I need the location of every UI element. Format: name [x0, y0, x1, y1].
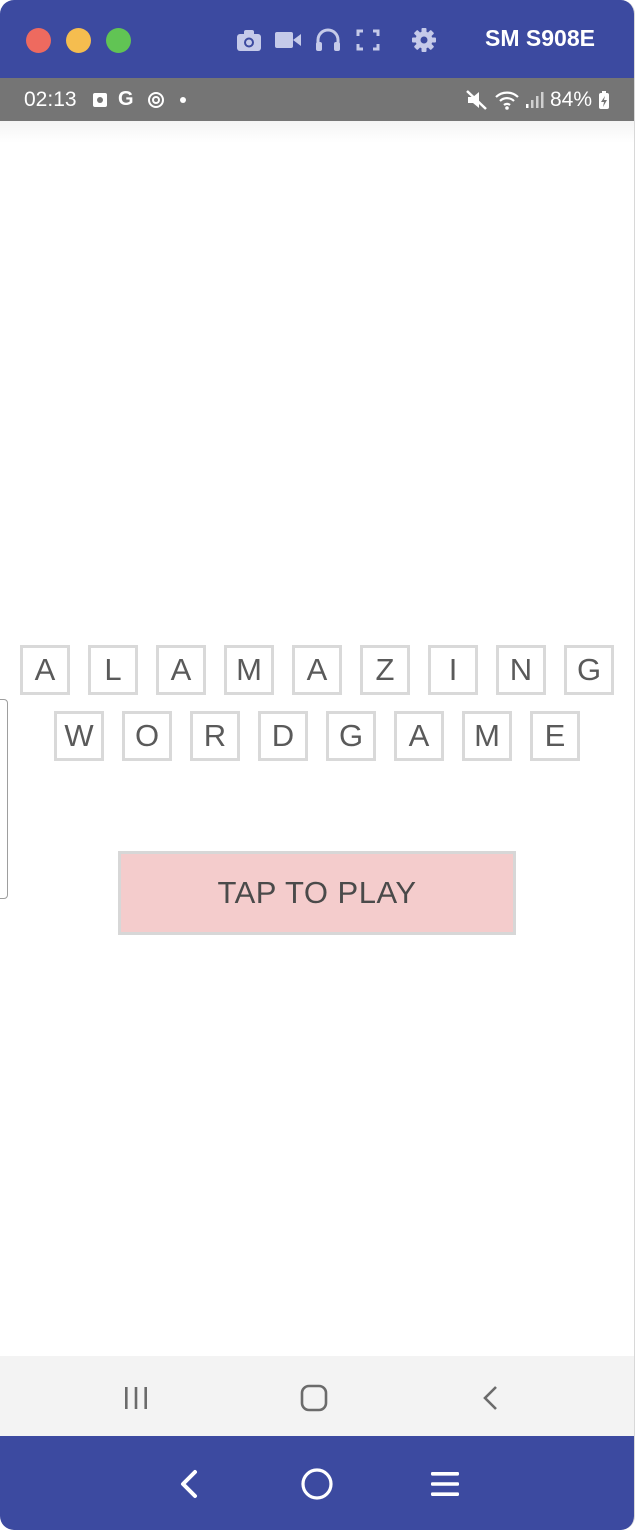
letter-tile: W [54, 711, 104, 761]
letter-tile: E [530, 711, 580, 761]
back-icon[interactable] [471, 1378, 511, 1418]
letter-tile: A [394, 711, 444, 761]
letter-tile: A [156, 645, 206, 695]
title-row-alamazing: A L A M A Z I N G [0, 645, 634, 695]
video-icon[interactable] [273, 26, 303, 54]
letter-tile: A [20, 645, 70, 695]
maximize-window-button[interactable] [106, 28, 131, 53]
emulator-bottom-bar [0, 1436, 634, 1530]
emulator-toolbar: SM S908E [0, 0, 634, 78]
recents-icon[interactable] [116, 1378, 156, 1418]
menu-icon[interactable] [425, 1464, 465, 1504]
letter-tile: M [462, 711, 512, 761]
settings-icon[interactable] [409, 26, 439, 54]
wifi-icon [495, 91, 519, 110]
signal-icon [526, 92, 544, 108]
letter-tile: D [258, 711, 308, 761]
letter-tile: M [224, 645, 274, 695]
sync-icon [148, 92, 164, 108]
back-icon[interactable] [170, 1464, 210, 1504]
home-icon[interactable] [294, 1378, 334, 1418]
app-content: A L A M A Z I N G W O R D G A M E TAP TO… [0, 121, 634, 1356]
photo-icon [93, 93, 107, 107]
minimize-window-button[interactable] [66, 28, 91, 53]
battery-percent: 84% [550, 88, 593, 111]
letter-tile: R [190, 711, 240, 761]
camera-icon[interactable] [234, 26, 264, 54]
letter-tile: L [88, 645, 138, 695]
close-window-button[interactable] [26, 28, 51, 53]
android-nav-bar [0, 1356, 634, 1436]
status-bar: 02:13 G 84% [0, 78, 634, 121]
letter-tile: N [496, 645, 546, 695]
letter-tile: I [428, 645, 478, 695]
letter-tile: G [564, 645, 614, 695]
letter-tile: G [326, 711, 376, 761]
status-shadow [0, 121, 634, 143]
tap-to-play-button[interactable]: TAP TO PLAY [118, 851, 516, 935]
title-row-wordgame: W O R D G A M E [0, 711, 634, 761]
letter-tile: O [122, 711, 172, 761]
fullscreen-icon[interactable] [353, 26, 383, 54]
letter-tile: A [292, 645, 342, 695]
home-icon[interactable] [297, 1464, 337, 1504]
google-icon: G [118, 88, 134, 110]
device-name: SM S908E [485, 25, 595, 51]
status-time: 02:13 [24, 88, 77, 111]
dot-icon [180, 97, 186, 103]
mute-icon [466, 90, 487, 110]
battery-icon [599, 91, 609, 109]
letter-tile: Z [360, 645, 410, 695]
headphones-icon[interactable] [313, 26, 343, 54]
emulator-window: SM S908E 02:13 G 84% A L A M A Z I N G W… [0, 0, 635, 1530]
